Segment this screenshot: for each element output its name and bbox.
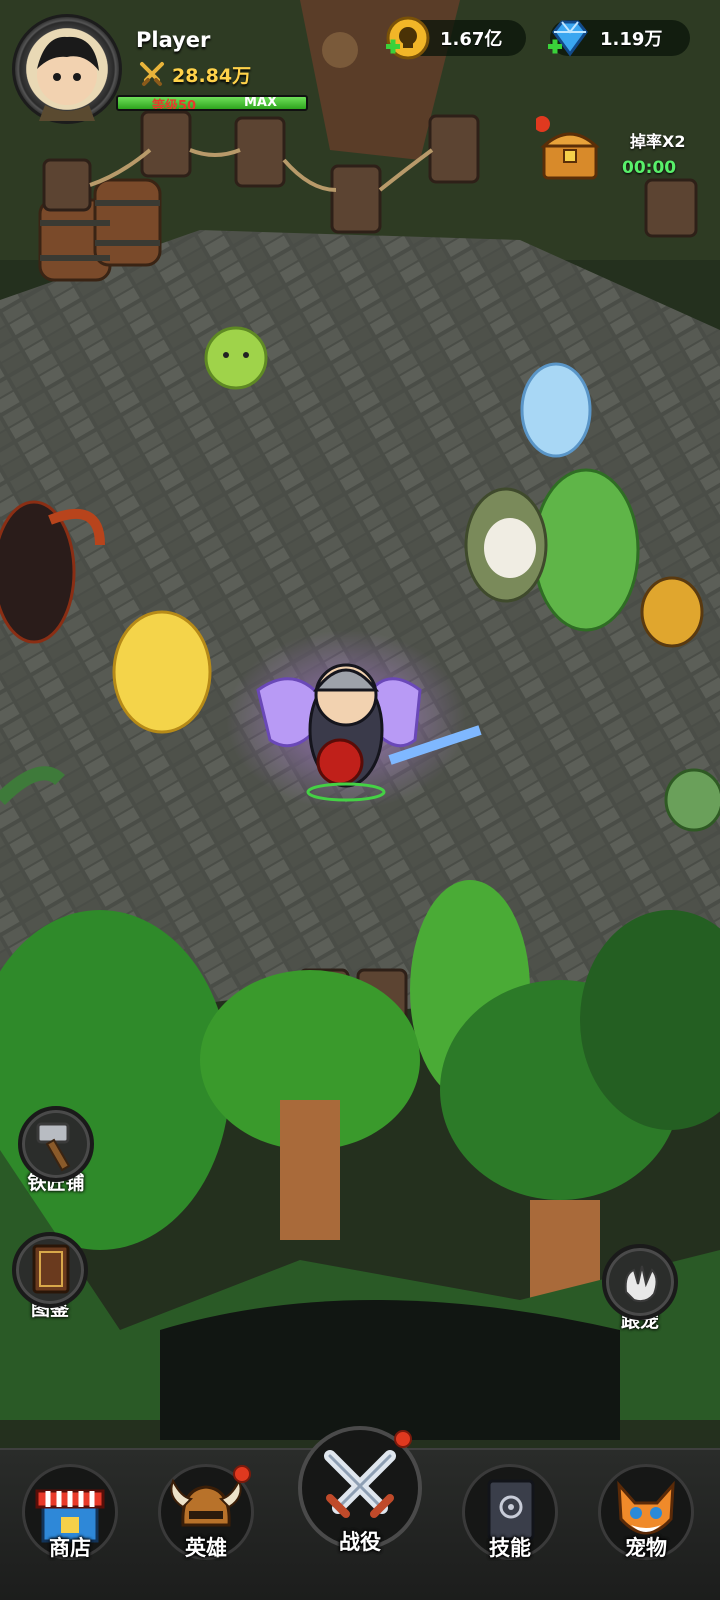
combat-power: 28.84万 — [138, 60, 251, 88]
nav-campaign-label: 战役 — [339, 1530, 381, 1554]
player-avatar[interactable] — [12, 14, 122, 124]
game-scene — [0, 0, 720, 1600]
drop-rate-bonus[interactable]: 掉率X2 00:00 — [534, 116, 692, 188]
crossed-swords-icon — [140, 62, 164, 86]
hammer-icon — [36, 1122, 71, 1172]
nav-shop[interactable]: 商店 — [20, 1464, 120, 1574]
skull-coin-icon — [386, 16, 430, 60]
gold-currency[interactable]: 1.67亿 — [386, 16, 526, 60]
level-label: 等级50 — [152, 99, 197, 111]
nav-heroes-label: 英雄 — [185, 1536, 227, 1560]
nav-campaign[interactable]: 战役 — [295, 1426, 425, 1554]
nav-skills-label: 技能 — [489, 1536, 531, 1560]
drop-rate-timer: 00:00 — [622, 158, 677, 178]
gold-amount: 1.67亿 — [440, 29, 503, 50]
nav-pets-label: 宠物 — [625, 1536, 667, 1560]
nav-heroes[interactable]: 英雄 — [156, 1464, 256, 1574]
heroes-notification-badge — [233, 1465, 251, 1483]
book-icon — [32, 1244, 70, 1294]
gem-currency[interactable]: 1.19万 — [548, 20, 690, 57]
player-name: Player — [136, 28, 211, 52]
avatar-portrait-icon — [37, 36, 99, 121]
follow-pet-button[interactable]: 跟宠 — [600, 1244, 680, 1340]
hand-icon — [624, 1265, 658, 1303]
nav-skills[interactable]: 技能 — [460, 1464, 560, 1574]
gem-amount: 1.19万 — [600, 29, 663, 50]
drop-rate-label: 掉率X2 — [630, 132, 686, 151]
level-max-label: MAX — [244, 95, 278, 110]
combat-power-value: 28.84万 — [172, 64, 252, 87]
codex-button[interactable]: 图鉴 — [10, 1232, 90, 1328]
blacksmith-button[interactable]: 铁匠铺 — [16, 1106, 96, 1202]
nav-shop-label: 商店 — [49, 1536, 91, 1560]
diamond-icon — [548, 20, 588, 57]
level-progress-bar: 等级50 MAX — [116, 95, 308, 111]
campaign-notification-badge — [394, 1430, 412, 1448]
treasure-chest-icon — [534, 116, 600, 180]
nav-pets[interactable]: 宠物 — [596, 1464, 696, 1574]
level-progress-fill — [118, 97, 306, 109]
